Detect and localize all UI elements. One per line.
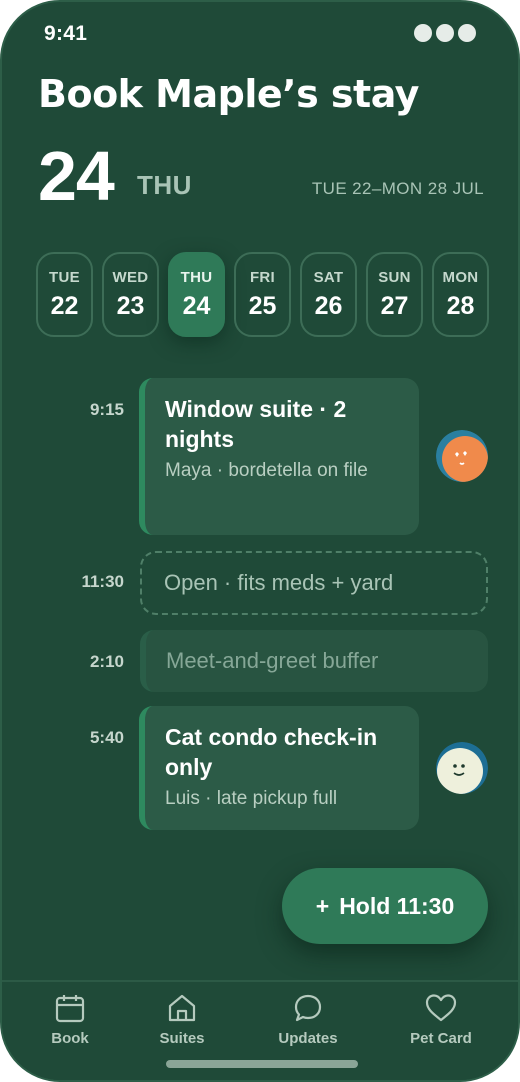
- day-chip-fri[interactable]: FRI 25: [234, 252, 291, 337]
- buffer-block: Meet-and-greet buffer: [140, 630, 488, 692]
- status-time: 9:41: [44, 22, 88, 45]
- day-chip-dow: TUE: [49, 268, 80, 286]
- day-chip-dow: WED: [112, 268, 149, 286]
- tab-label: Suites: [159, 1030, 205, 1047]
- day-chip-dow: THU: [180, 268, 213, 286]
- time-label: 5:40: [89, 728, 124, 747]
- day-chip-tue[interactable]: TUE 22: [36, 252, 93, 337]
- selected-day-number: 24: [38, 137, 115, 215]
- date-range: TUE 22–MON 28 JUL: [311, 179, 484, 198]
- booking-subtitle: Maya · bordetella on file: [165, 460, 368, 481]
- tab-label: Book: [51, 1030, 89, 1047]
- avatar-luis: [436, 742, 488, 794]
- status-icons: [414, 24, 476, 42]
- day-chip-sat[interactable]: SAT 26: [300, 252, 357, 337]
- selected-day-of-week: THU: [137, 170, 192, 200]
- day-chip-dow: SAT: [313, 268, 344, 286]
- tab-pet-card[interactable]: Pet Card: [391, 992, 491, 1047]
- avatar-maya: [436, 430, 488, 482]
- booking-card-window-suite[interactable]: Window suite · 2 nights Maya · bordetell…: [139, 378, 419, 535]
- home-indicator: [166, 1060, 358, 1068]
- buffer-label: Meet-and-greet buffer: [166, 648, 379, 673]
- status-dot-icon: [436, 24, 454, 42]
- day-chip-wed[interactable]: WED 23: [102, 252, 159, 337]
- booking-subtitle: Luis · late pickup full: [165, 788, 338, 809]
- open-slot[interactable]: Open · fits meds + yard: [140, 551, 488, 615]
- time-label: 2:10: [89, 652, 124, 671]
- phone-screen: 9:41 Book Maple’s stay 24 THU TUE 22–MON…: [0, 0, 520, 1082]
- booking-title: Window suite · 2 nights: [165, 396, 347, 452]
- day-chip-num: 27: [380, 291, 409, 320]
- day-chip-num: 22: [50, 291, 79, 320]
- booking-title: Cat condo check-in only: [165, 724, 378, 780]
- status-dot-icon: [458, 24, 476, 42]
- day-chip-thu-selected[interactable]: THU 24: [168, 252, 225, 337]
- home-icon: [168, 994, 196, 1022]
- tab-updates[interactable]: Updates: [258, 992, 358, 1047]
- day-chip-num: 23: [116, 291, 145, 320]
- tab-label: Updates: [278, 1030, 338, 1047]
- day-chip-mon[interactable]: MON 28: [432, 252, 489, 337]
- tab-suites[interactable]: Suites: [132, 992, 232, 1047]
- day-picker: TUE 22 WED 23 THU 24 FRI 25 SAT 26 SUN 2…: [36, 252, 489, 337]
- tab-label: Pet Card: [410, 1030, 472, 1047]
- day-chip-sun[interactable]: SUN 27: [366, 252, 423, 337]
- day-chip-num: 28: [446, 291, 475, 320]
- day-chip-dow: SUN: [378, 268, 411, 286]
- hold-button-label: Hold 11:30: [339, 892, 455, 919]
- hold-slot-button[interactable]: + Hold 11:30: [282, 868, 488, 944]
- day-chip-num: 25: [248, 291, 277, 320]
- day-chip-dow: MON: [442, 268, 479, 286]
- status-dot-icon: [414, 24, 432, 42]
- booking-card-cat-condo[interactable]: Cat condo check-in only Luis · late pick…: [139, 706, 419, 830]
- time-label: 9:15: [89, 400, 124, 419]
- plus-icon: +: [315, 892, 330, 919]
- day-chip-num: 26: [314, 291, 343, 320]
- day-chip-num: 24: [182, 291, 211, 320]
- time-label: 11:30: [81, 572, 124, 591]
- calendar-icon: [55, 995, 85, 1023]
- heart-icon: [425, 994, 457, 1022]
- day-chip-dow: FRI: [249, 268, 276, 286]
- tab-book[interactable]: Book: [20, 992, 120, 1047]
- open-slot-label: Open · fits meds + yard: [164, 570, 394, 595]
- page-title: Book Maple’s stay: [38, 72, 419, 116]
- chat-bubble-icon: [294, 994, 322, 1022]
